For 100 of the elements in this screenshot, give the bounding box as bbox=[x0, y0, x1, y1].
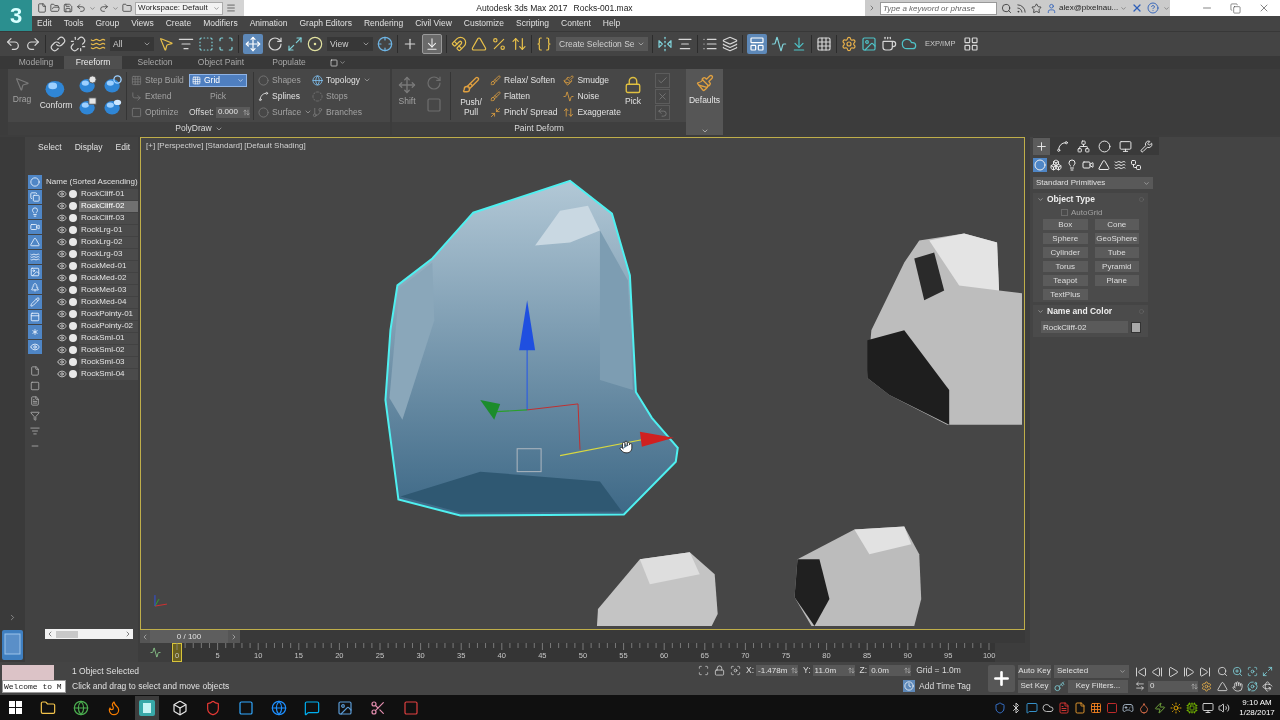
droplet-icon[interactable] bbox=[1138, 701, 1150, 714]
focus-frame-icon[interactable] bbox=[1247, 665, 1258, 677]
selected-rock[interactable] bbox=[384, 179, 679, 517]
menu-item[interactable]: Rendering bbox=[363, 19, 404, 28]
play-icon[interactable] bbox=[1167, 665, 1179, 678]
triangle-icon[interactable] bbox=[1217, 680, 1228, 692]
dot-icon[interactable] bbox=[69, 262, 77, 270]
set-key-button[interactable]: Set Key bbox=[1018, 679, 1051, 693]
ribbon-tool-button[interactable]: Relax/ Soften bbox=[490, 72, 558, 88]
ribbon-tab[interactable]: Populate bbox=[254, 56, 324, 69]
waves-icon[interactable] bbox=[1113, 158, 1127, 172]
scene-object-item[interactable]: RockLrg-03 bbox=[79, 248, 138, 260]
dot-icon[interactable] bbox=[69, 358, 77, 366]
dot-icon[interactable] bbox=[1139, 309, 1144, 314]
up-down-arrows-icon[interactable] bbox=[563, 106, 575, 118]
file-icon[interactable] bbox=[28, 364, 42, 378]
selection-set-dropdown[interactable]: Create Selection Se bbox=[556, 37, 648, 51]
scrollbar-thumb[interactable] bbox=[56, 630, 78, 638]
plus-icon[interactable] bbox=[1033, 137, 1050, 155]
blob-icon[interactable] bbox=[103, 75, 122, 93]
pulse-line-icon[interactable] bbox=[563, 90, 575, 102]
sun-icon[interactable] bbox=[1170, 701, 1182, 714]
eye-icon[interactable] bbox=[57, 237, 67, 247]
dot-icon[interactable] bbox=[69, 370, 77, 378]
picture-icon[interactable] bbox=[28, 265, 42, 279]
undo-icon[interactable] bbox=[76, 3, 86, 13]
primitive-button[interactable]: Pyramid bbox=[1094, 261, 1139, 272]
primitive-button[interactable]: GeoSphere bbox=[1094, 233, 1139, 244]
open-folder-icon[interactable] bbox=[50, 3, 60, 13]
undo-icon[interactable] bbox=[5, 36, 21, 52]
dot-icon[interactable] bbox=[69, 334, 77, 342]
scene-object-item[interactable]: RockSml-04 bbox=[79, 368, 138, 380]
step-forward-icon[interactable] bbox=[1183, 665, 1195, 678]
folder-icon[interactable] bbox=[122, 3, 132, 13]
primitive-button[interactable]: Box bbox=[1043, 219, 1088, 230]
search-field[interactable]: Type a keyword or phrase bbox=[880, 1, 997, 15]
speaker-icon[interactable] bbox=[1218, 701, 1230, 714]
eye-icon[interactable] bbox=[57, 213, 67, 223]
curve-icon[interactable] bbox=[150, 647, 161, 658]
menu-item[interactable]: Views bbox=[131, 19, 154, 28]
dot-icon[interactable] bbox=[69, 190, 77, 198]
brush-icon[interactable] bbox=[490, 74, 501, 86]
caret-icon[interactable] bbox=[1037, 196, 1044, 203]
menu-item[interactable]: Help bbox=[602, 19, 621, 28]
color-swatch-icon[interactable] bbox=[1131, 321, 1141, 333]
caret-icon[interactable] bbox=[362, 40, 370, 48]
menu-item[interactable]: Create bbox=[165, 19, 192, 28]
rock[interactable] bbox=[867, 233, 1022, 425]
coordinate-field[interactable]: 0.0m bbox=[869, 665, 912, 676]
circle-icon[interactable] bbox=[1096, 137, 1113, 155]
broadcast-icon[interactable] bbox=[1016, 2, 1027, 14]
scene-object-item[interactable]: RockSml-02 bbox=[79, 344, 138, 356]
video-camera-icon[interactable] bbox=[1081, 158, 1095, 172]
waves-icon[interactable] bbox=[90, 36, 106, 52]
frame-marker-handle[interactable] bbox=[172, 643, 182, 662]
caret-icon[interactable] bbox=[143, 40, 151, 48]
coordinate-field[interactable]: 11.0m bbox=[812, 665, 855, 676]
monitor-icon[interactable] bbox=[1202, 701, 1214, 714]
scene-object-item[interactable]: RockMed-02 bbox=[79, 272, 138, 284]
brush-icon[interactable] bbox=[490, 90, 501, 102]
panel-layout-icon[interactable] bbox=[747, 34, 767, 54]
scene-object-item[interactable]: RockMed-04 bbox=[79, 296, 138, 308]
scan-frame-icon[interactable] bbox=[698, 665, 709, 676]
step-back-icon[interactable] bbox=[1151, 665, 1163, 678]
defaults-button[interactable]: Defaults bbox=[686, 69, 723, 135]
eye-icon[interactable] bbox=[57, 201, 67, 211]
menu-item[interactable]: Graph Editors bbox=[299, 19, 352, 28]
dot-icon[interactable] bbox=[69, 214, 77, 222]
ribbon-tab[interactable]: Freeform bbox=[64, 56, 122, 69]
time-slider-track[interactable]: 0 / 100 bbox=[140, 630, 1025, 643]
scan-frame-icon[interactable] bbox=[218, 36, 234, 52]
rock[interactable] bbox=[596, 552, 718, 626]
zoom-in-icon[interactable] bbox=[1232, 665, 1243, 677]
blob-icon[interactable] bbox=[103, 97, 122, 115]
caret-icon[interactable] bbox=[339, 59, 346, 66]
script-input-field[interactable] bbox=[2, 664, 54, 680]
diagonal-arrows-icon[interactable] bbox=[1262, 665, 1273, 677]
eye-icon[interactable] bbox=[57, 273, 67, 283]
dot-icon[interactable] bbox=[69, 202, 77, 210]
up-down-arrows-icon[interactable] bbox=[511, 36, 527, 52]
ribbon-tool-button[interactable]: Pinch/ Spread bbox=[490, 104, 558, 120]
scene-object-item[interactable]: RockSml-03 bbox=[79, 356, 138, 368]
panel-icon[interactable] bbox=[28, 310, 42, 324]
primitive-button[interactable]: Tube bbox=[1094, 247, 1139, 258]
paintbrush-icon[interactable] bbox=[695, 74, 714, 92]
rock[interactable] bbox=[794, 526, 922, 626]
caret-icon[interactable] bbox=[637, 40, 645, 48]
category-dropdown[interactable]: Standard Primitives bbox=[1033, 177, 1153, 189]
help-icon[interactable] bbox=[1147, 2, 1160, 14]
lock-icon[interactable] bbox=[624, 76, 642, 94]
primitive-button[interactable]: Teapot bbox=[1043, 275, 1088, 286]
close-icon[interactable] bbox=[1258, 2, 1270, 14]
chip-icon[interactable] bbox=[1186, 701, 1198, 714]
scene-object-item[interactable]: RockCliff-01 bbox=[79, 188, 138, 200]
offset-field[interactable]: 0.000 bbox=[215, 106, 250, 118]
ribbon-tool-button[interactable]: Flatten bbox=[490, 88, 558, 104]
list-icon[interactable] bbox=[702, 36, 718, 52]
gear-icon[interactable] bbox=[1201, 680, 1212, 692]
bolt-icon[interactable] bbox=[1154, 701, 1166, 714]
caret-icon[interactable] bbox=[363, 76, 372, 84]
